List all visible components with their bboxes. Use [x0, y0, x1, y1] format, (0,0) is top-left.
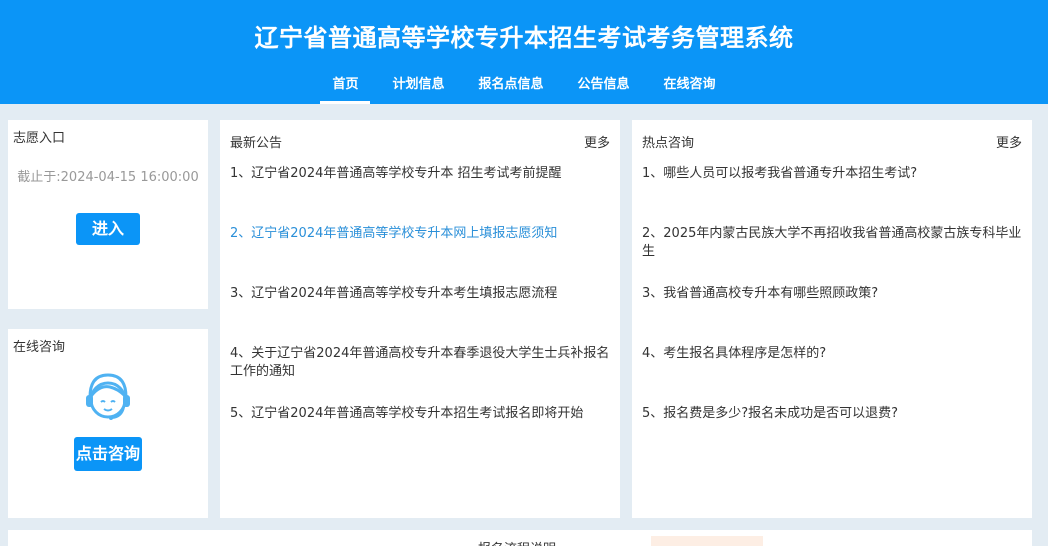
hot-consult-item[interactable]: 3、我省普通高校专升本有哪些照顾政策? [642, 285, 1022, 345]
hot-consult-list: 1、哪些人员可以报考我省普通专升本招生考试? 2、2025年内蒙古民族大学不再招… [642, 165, 1022, 465]
announcement-item[interactable]: 2、辽宁省2024年普通高等学校专升本网上填报志愿须知 [230, 225, 610, 285]
nav-plan-info[interactable]: 计划信息 [380, 76, 456, 104]
latest-announcements-panel: 最新公告 更多 1、辽宁省2024年普通高等学校专升本 招生考试考前提醒 2、辽… [220, 120, 620, 518]
online-consult-title: 在线咨询 [13, 340, 66, 355]
hot-consult-item[interactable]: 2、2025年内蒙古民族大学不再招收我省普通高校蒙古族专科毕业生 [642, 225, 1022, 285]
announcement-item[interactable]: 4、关于辽宁省2024年普通高校专升本春季退役大学生士兵补报名工作的通知 [230, 345, 610, 405]
nav-announcements[interactable]: 公告信息 [566, 76, 642, 104]
hot-consult-more-link[interactable]: 更多 [996, 132, 1022, 151]
nav-online-consult[interactable]: 在线咨询 [652, 76, 728, 104]
latest-announcements-title: 最新公告 [230, 136, 283, 151]
announcement-item[interactable]: 3、辽宁省2024年普通高等学校专升本考生填报志愿流程 [230, 285, 610, 345]
volunteer-entry-title: 志愿入口 [13, 131, 66, 146]
main-nav: 首页 计划信息 报名点信息 公告信息 在线咨询 [0, 76, 1048, 104]
announcements-more-link[interactable]: 更多 [584, 132, 610, 151]
hot-consult-title: 热点咨询 [642, 136, 695, 151]
deadline-text: 截止于:2024-04-15 16:00:00 [17, 170, 199, 185]
process-banner [651, 536, 763, 546]
online-consult-panel: 在线咨询 点击咨询 [8, 329, 208, 518]
hot-consult-panel: 热点咨询 更多 1、哪些人员可以报考我省普通专升本招生考试? 2、2025年内蒙… [632, 120, 1032, 518]
header: 辽宁省普通高等学校专升本招生考试考务管理系统 首页 计划信息 报名点信息 公告信… [0, 0, 1048, 104]
consult-button[interactable]: 点击咨询 [74, 437, 142, 471]
announcement-list: 1、辽宁省2024年普通高等学校专升本 招生考试考前提醒 2、辽宁省2024年普… [230, 165, 610, 465]
registration-process-panel: 报名流程说明 [8, 530, 1032, 546]
registration-process-title: 报名流程说明 [478, 538, 556, 546]
hot-consult-item[interactable]: 5、报名费是多少?报名未成功是否可以退费? [642, 405, 1022, 465]
enter-button[interactable]: 进入 [76, 213, 140, 245]
nav-home[interactable]: 首页 [320, 76, 371, 104]
customer-service-icon [86, 373, 130, 420]
volunteer-entry-panel: 志愿入口 截止于:2024-04-15 16:00:00 进入 [8, 120, 208, 309]
page-title: 辽宁省普通高等学校专升本招生考试考务管理系统 [254, 24, 794, 52]
announcement-item[interactable]: 1、辽宁省2024年普通高等学校专升本 招生考试考前提醒 [230, 165, 610, 225]
hot-consult-item[interactable]: 1、哪些人员可以报考我省普通专升本招生考试? [642, 165, 1022, 225]
announcement-item[interactable]: 5、辽宁省2024年普通高等学校专升本招生考试报名即将开始 [230, 405, 610, 465]
nav-registration-sites[interactable]: 报名点信息 [466, 76, 555, 104]
hot-consult-item[interactable]: 4、考生报名具体程序是怎样的? [642, 345, 1022, 405]
